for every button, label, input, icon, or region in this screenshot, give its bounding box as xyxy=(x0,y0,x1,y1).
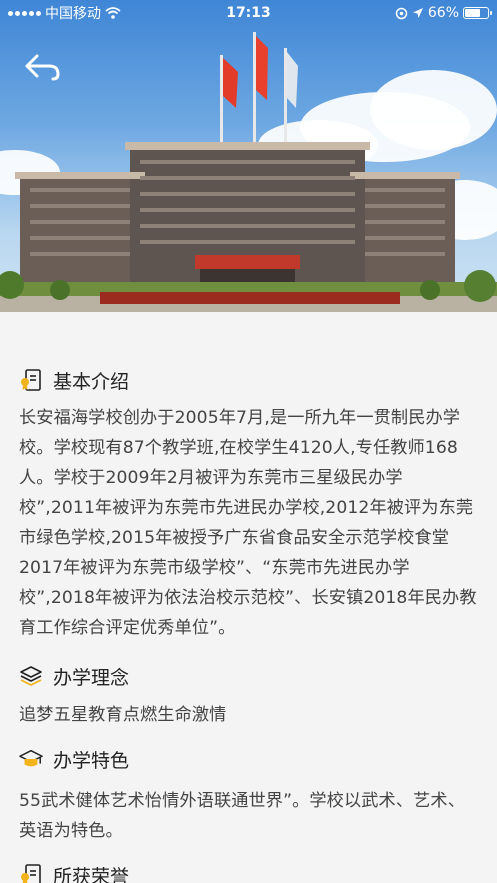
section-header-honors: 所获荣誉 xyxy=(19,860,478,883)
section-header-philosophy: 办学理念 xyxy=(19,661,478,691)
location-icon xyxy=(412,8,423,18)
document-badge-icon xyxy=(21,369,41,391)
school-info-content: 基本介绍 长安福海学校创办于2005年7月,是一所九年一贯制民办学校。学校现有8… xyxy=(0,312,497,883)
section-title: 办学理念 xyxy=(53,666,130,689)
document-badge-icon xyxy=(21,864,41,883)
orientation-lock-icon xyxy=(395,7,408,19)
school-building-illustration xyxy=(0,32,497,312)
features-text: 55武术健体艺术怡情外语联通世界”。学校以武术、艺术、英语为特色。 xyxy=(19,791,465,841)
section-title: 办学特色 xyxy=(53,749,130,772)
battery-percentage: 66% xyxy=(427,5,459,21)
section-title: 基本介绍 xyxy=(53,370,130,393)
section-header-basic-intro: 基本介绍 xyxy=(19,365,478,395)
school-hero-image: 中国移动 17:13 66% xyxy=(0,0,497,312)
section-header-features: 办学特色 xyxy=(19,744,478,774)
layers-icon xyxy=(20,666,42,686)
status-bar: 中国移动 17:13 66% xyxy=(0,0,497,26)
back-arrow-icon xyxy=(25,54,60,81)
philosophy-text: 追梦五星教育点燃生命激情 xyxy=(19,705,227,725)
wifi-icon xyxy=(105,7,121,19)
battery-icon xyxy=(463,7,492,19)
back-button[interactable] xyxy=(20,48,66,86)
basic-intro-text: 长安福海学校创办于2005年7月,是一所九年一贯制民办学校。学校现有87个教学班… xyxy=(19,408,477,638)
section-title: 所获荣誉 xyxy=(53,865,130,883)
graduation-cap-icon xyxy=(19,749,43,767)
signal-icon xyxy=(8,10,41,16)
carrier-label: 中国移动 xyxy=(45,6,101,22)
